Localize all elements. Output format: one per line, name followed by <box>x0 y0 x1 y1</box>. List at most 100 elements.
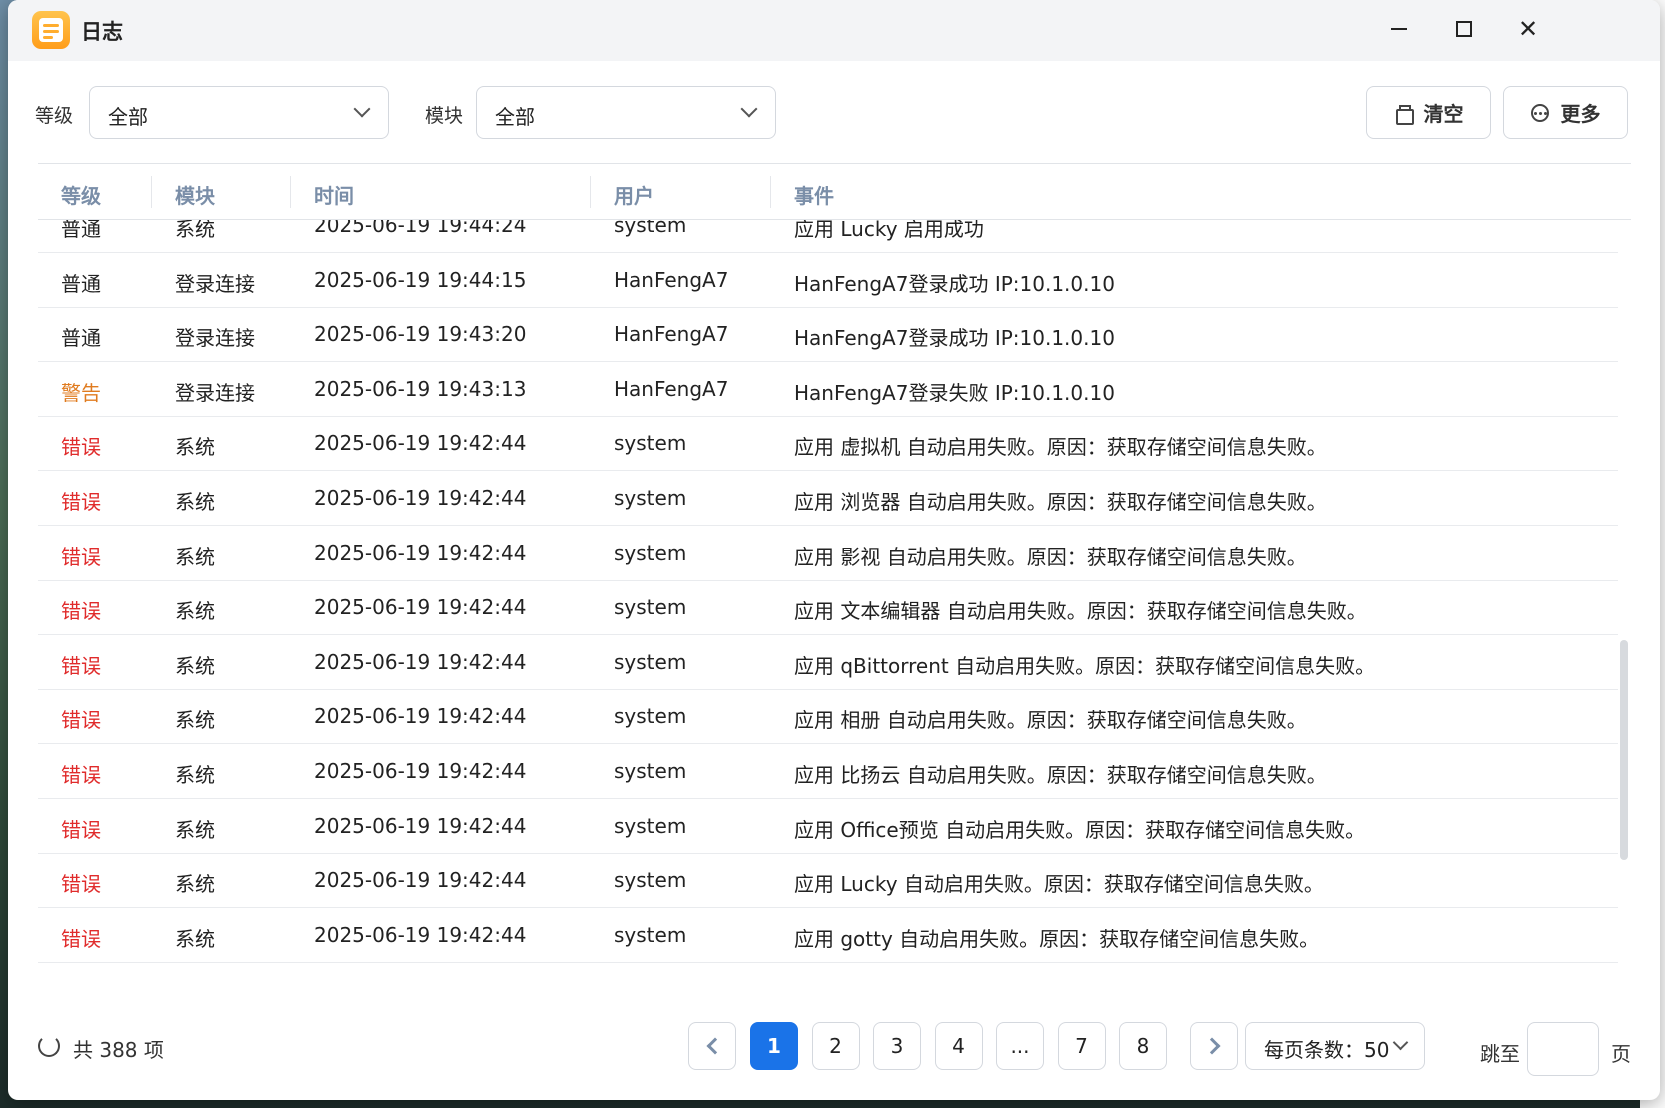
row-time: 2025-06-19 19:44:15 <box>314 267 527 292</box>
row-user: system <box>614 813 687 838</box>
table-row[interactable]: 错误 系统 2025-06-19 19:42:44 system 应用 影视 自动启用失… <box>38 526 1618 581</box>
row-user: system <box>614 922 687 947</box>
row-module: 系统 <box>175 544 215 569</box>
row-level: 错误 <box>61 872 101 897</box>
page-button-7[interactable]: 7 <box>1057 1022 1106 1070</box>
chevron-down-icon <box>740 100 758 118</box>
row-time: 2025-06-19 19:42:44 <box>314 540 527 565</box>
table-row[interactable]: 错误 系统 2025-06-19 19:42:44 system 应用 Office预览… <box>38 799 1618 854</box>
row-module: 系统 <box>175 926 215 951</box>
refresh-icon[interactable] <box>38 1035 60 1057</box>
row-module: 系统 <box>175 708 215 733</box>
jump-page-input[interactable] <box>1527 1022 1599 1076</box>
app-log-icon <box>32 11 70 49</box>
close-button[interactable]: ✕ <box>1505 10 1551 48</box>
row-user: HanFengA7 <box>614 267 729 292</box>
page-button-2[interactable]: 2 <box>811 1022 860 1070</box>
row-event: 应用 相册 自动启用失败。原因：获取存储空间信息失败。 <box>794 708 1307 733</box>
clear-button[interactable]: 清空 <box>1366 86 1491 139</box>
row-module: 登录连接 <box>175 380 255 405</box>
row-time: 2025-06-19 19:42:44 <box>314 813 527 838</box>
table-row[interactable]: 错误 系统 2025-06-19 19:42:44 system 应用 虚拟机 自动启用… <box>38 416 1618 472</box>
row-time: 2025-06-19 19:42:44 <box>314 595 527 620</box>
row-module: 系统 <box>175 653 215 678</box>
column-header-module[interactable]: 模块 <box>175 180 215 209</box>
next-page-button[interactable] <box>1190 1022 1238 1070</box>
table-row[interactable]: 错误 系统 2025-06-19 19:42:44 system 应用 浏览器 自动启用… <box>38 471 1618 526</box>
row-time: 2025-06-19 19:42:44 <box>314 922 527 947</box>
chevron-left-icon <box>706 1037 723 1055</box>
log-window: 日志 ✕ 等级 全部 模块 全部 清空 更多 等级 模块 时间 用户 事件 普通… <box>8 0 1660 1100</box>
page-button-8[interactable]: 8 <box>1119 1022 1167 1070</box>
table-row[interactable]: 普通 系统 2025-06-19 19:44:24 system 应用 Lucky 启用… <box>38 220 1618 253</box>
chevron-down-icon <box>353 100 371 118</box>
row-user: system <box>614 759 687 783</box>
table-row[interactable]: 错误 系统 2025-06-19 19:42:44 system 应用 Lucky 自动… <box>38 853 1618 909</box>
row-level: 错误 <box>61 490 101 514</box>
row-level: 错误 <box>61 544 101 569</box>
table-scrollbar[interactable] <box>1620 640 1628 860</box>
row-level: 普通 <box>61 326 101 351</box>
row-user: HanFengA7 <box>614 322 729 347</box>
per-page-select[interactable]: 每页条数：50 <box>1245 1022 1425 1070</box>
row-user: system <box>614 704 687 729</box>
row-event: 应用 gotty 自动启用失败。原因：获取存储空间信息失败。 <box>794 926 1320 951</box>
row-event: HanFengA7登录成功 IP:10.1.0.10 <box>794 271 1115 296</box>
table-row[interactable]: 警告 登录连接 2025-06-19 19:43:13 HanFengA7 HanFen… <box>38 362 1618 417</box>
row-time: 2025-06-19 19:42:44 <box>314 868 527 893</box>
row-time: 2025-06-19 19:42:44 <box>314 649 527 674</box>
level-select[interactable]: 全部 <box>89 86 389 139</box>
column-header-time[interactable]: 时间 <box>314 180 354 209</box>
module-filter-label: 模块 <box>425 105 464 127</box>
minimize-button[interactable] <box>1376 10 1422 48</box>
row-event: 应用 比扬云 自动启用失败。原因：获取存储空间信息失败。 <box>794 763 1327 787</box>
column-header-event[interactable]: 事件 <box>794 180 834 209</box>
row-module: 系统 <box>175 872 215 897</box>
row-user: system <box>614 868 687 893</box>
row-event: 应用 Lucky 自动启用失败。原因：获取存储空间信息失败。 <box>794 872 1324 897</box>
module-select[interactable]: 全部 <box>476 86 776 139</box>
table-row[interactable]: 错误 系统 2025-06-19 19:42:44 system 应用 gotty 自动… <box>38 908 1618 963</box>
row-time: 2025-06-19 19:43:13 <box>314 376 527 401</box>
page-ellipsis-button[interactable]: ... <box>996 1022 1044 1070</box>
row-level: 错误 <box>61 653 101 678</box>
chevron-right-icon <box>1203 1037 1220 1055</box>
row-user: system <box>614 595 687 620</box>
column-header-level[interactable]: 等级 <box>61 180 101 209</box>
row-level: 错误 <box>61 763 101 787</box>
maximize-button[interactable] <box>1441 10 1487 48</box>
table-row[interactable]: 错误 系统 2025-06-19 19:42:44 system 应用 相册 自动启用失… <box>38 689 1618 745</box>
clear-button-label: 清空 <box>1423 102 1464 126</box>
row-module: 系统 <box>175 817 215 842</box>
column-separator <box>290 176 291 208</box>
table-row[interactable]: 普通 登录连接 2025-06-19 19:43:20 HanFengA7 HanFen… <box>38 307 1618 363</box>
prev-page-button[interactable] <box>688 1022 736 1070</box>
table-row[interactable]: 错误 系统 2025-06-19 19:42:44 system 应用 qBittorr… <box>38 635 1618 690</box>
window-title: 日志 <box>81 20 123 44</box>
level-filter-label: 等级 <box>35 105 74 127</box>
more-button[interactable]: 更多 <box>1503 86 1628 139</box>
row-user: system <box>614 220 687 237</box>
row-level: 警告 <box>61 380 101 405</box>
trash-icon <box>1394 104 1414 125</box>
row-level: 错误 <box>61 708 101 733</box>
row-event: 应用 虚拟机 自动启用失败。原因：获取存储空间信息失败。 <box>794 435 1327 460</box>
row-user: system <box>614 431 687 456</box>
table-row[interactable]: 错误 系统 2025-06-19 19:42:44 system 应用 比扬云 自动启用… <box>38 744 1618 799</box>
page-button-1[interactable]: 1 <box>750 1022 798 1070</box>
row-time: 2025-06-19 19:44:24 <box>314 220 527 237</box>
column-separator <box>151 176 152 208</box>
table-row[interactable]: 错误 系统 2025-06-19 19:42:44 system 应用 文本编辑器 自动… <box>38 580 1618 636</box>
row-module: 系统 <box>175 763 215 787</box>
column-header-user[interactable]: 用户 <box>614 180 654 209</box>
table-row[interactable]: 普通 登录连接 2025-06-19 19:44:15 HanFengA7 HanFen… <box>38 253 1618 308</box>
row-event: 应用 Lucky 启用成功 <box>794 220 984 241</box>
row-event: 应用 影视 自动启用失败。原因：获取存储空间信息失败。 <box>794 544 1307 569</box>
log-table-body: 普通 系统 2025-06-19 19:44:24 system 应用 Lucky 启用… <box>38 220 1618 993</box>
page-button-4[interactable]: 4 <box>934 1022 983 1070</box>
column-separator <box>770 176 771 208</box>
page-button-3[interactable]: 3 <box>873 1022 921 1070</box>
row-module: 系统 <box>175 220 215 241</box>
row-user: HanFengA7 <box>614 376 729 401</box>
table-header: 等级 模块 时间 用户 事件 <box>38 164 1631 220</box>
